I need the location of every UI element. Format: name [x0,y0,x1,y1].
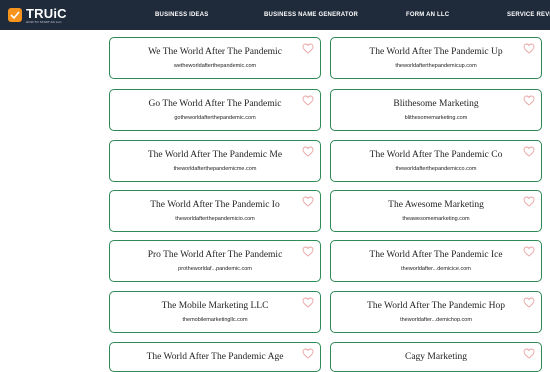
nav-service-reviews[interactable]: SERVICE REVIEWS [507,0,550,30]
domain-name: theworldafter...demichop.com [400,317,472,323]
business-name: The World After The Pandemic Ice [369,250,503,260]
domain-name: theworldafterthepandemicio.com [175,216,255,222]
heart-favorite-icon[interactable] [302,146,314,157]
business-name: Blithesome Marketing [393,99,479,109]
heart-favorite-icon[interactable] [523,297,535,308]
name-result-card[interactable]: The Awesome Marketing theawesomemarketin… [330,190,542,232]
domain-name: theworldafterthepandemicup.com [395,63,477,69]
name-result-card[interactable]: The World After The Pandemic Hop theworl… [330,291,542,333]
heart-favorite-icon[interactable] [523,146,535,157]
name-result-card[interactable]: The World After The Pandemic Me theworld… [109,140,321,182]
heart-favorite-icon[interactable] [523,348,535,359]
logo-text: TRUiC HOW TO START AN LLC [26,7,67,24]
name-result-card[interactable]: Go The World After The Pandemic gothewor… [109,89,321,131]
nav-form-an-llc[interactable]: FORM AN LLC [406,0,449,30]
domain-name: theworldafterthepandemicme.com [173,166,257,172]
business-name: Pro The World After The Pandemic [147,250,283,260]
name-result-card[interactable]: The Mobile Marketing LLC themobilemarket… [109,291,321,333]
name-result-card[interactable]: The World After The Pandemic Age [109,342,321,372]
heart-favorite-icon[interactable] [302,43,314,54]
business-name: The World After The Pandemic Co [369,150,503,160]
top-navigation-bar: TRUiC HOW TO START AN LLC BUSINESS IDEAS… [0,0,550,30]
name-result-card[interactable]: The World After The Pandemic Up theworld… [330,37,542,79]
heart-favorite-icon[interactable] [302,196,314,207]
name-result-card[interactable]: We The World After The Pandemic wethewor… [109,37,321,79]
heart-favorite-icon[interactable] [523,95,535,106]
business-name: Go The World After The Pandemic [148,99,282,109]
heart-favorite-icon[interactable] [523,43,535,54]
name-result-card[interactable]: The World After The Pandemic Io theworld… [109,190,321,232]
heart-favorite-icon[interactable] [302,297,314,308]
name-result-card[interactable]: The World After The Pandemic Ice theworl… [330,240,542,282]
heart-favorite-icon[interactable] [302,95,314,106]
name-result-card[interactable]: Cagy Marketing [330,342,542,372]
logo-tagline: HOW TO START AN LLC [26,19,62,24]
domain-name: wetheworldafterthepandemic.com [173,63,257,69]
domain-name: gotheworldafterthepandemic.com [174,115,256,121]
business-name: The Mobile Marketing LLC [161,301,269,311]
truic-logo[interactable]: TRUiC HOW TO START AN LLC [8,6,67,24]
business-name: The World After The Pandemic Up [369,47,503,57]
business-name: The World After The Pandemic Hop [367,301,505,311]
business-name: The Awesome Marketing [388,200,484,210]
heart-favorite-icon[interactable] [302,348,314,359]
name-result-card[interactable]: The World After The Pandemic Co theworld… [330,140,542,182]
business-name: The World After The Pandemic Io [150,200,280,210]
domain-name: theworldafter...demicice.com [401,266,471,272]
name-result-card[interactable]: Pro The World After The Pandemic prothew… [109,240,321,282]
business-name: The World After The Pandemic Age [146,352,284,362]
domain-name: themobilemarketingllc.com [182,317,248,323]
domain-name: theworldafterthepandemicco.com [395,166,477,172]
business-name: The World After The Pandemic Me [147,150,283,160]
heart-favorite-icon[interactable] [302,246,314,257]
logo-wordmark: TRUiC [26,5,67,21]
nav-business-name-generator[interactable]: BUSINESS NAME GENERATOR [264,0,358,30]
domain-name: theawesomemarketing.com [402,216,470,222]
name-result-card[interactable]: Blithesome Marketing blithesomemarketing… [330,89,542,131]
business-name: Cagy Marketing [404,352,467,362]
truic-logo-icon [8,8,22,22]
business-name: We The World After The Pandemic [148,47,282,57]
heart-favorite-icon[interactable] [523,196,535,207]
nav-business-ideas[interactable]: BUSINESS IDEAS [155,0,208,30]
domain-name: protheworldaf...pandemic.com [178,266,252,272]
heart-favorite-icon[interactable] [523,246,535,257]
domain-name: blithesomemarketing.com [404,115,468,121]
